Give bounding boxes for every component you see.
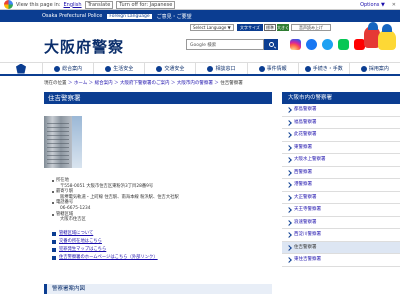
search-icon bbox=[268, 42, 274, 47]
nav-item-consultation[interactable]: 相談窓口 bbox=[195, 63, 246, 74]
sidebar-item[interactable]: 都島警察署 bbox=[282, 104, 400, 117]
link-crime-map[interactable]: 犯罪発生マップはこちら bbox=[52, 246, 158, 254]
page-title: 住吉警察署 bbox=[44, 92, 272, 104]
sidebar-item[interactable]: 東警察署 bbox=[282, 142, 400, 154]
mascot-illustration bbox=[360, 22, 400, 62]
sidebar: 大阪市内の警察署 都島警察署 福島警察署 此花警察署 東警察署 大阪水上警察署 … bbox=[282, 92, 400, 300]
translate-view-label: View this page in: bbox=[16, 1, 61, 8]
sidebar-item-active[interactable]: 住吉警察署 bbox=[282, 241, 400, 254]
sidebar-item[interactable]: 福島警察署 bbox=[282, 117, 400, 129]
nav-icon bbox=[304, 65, 311, 72]
nav-icon bbox=[258, 65, 265, 72]
nav-icon bbox=[156, 65, 163, 72]
map-section-title: 警察署案内図 bbox=[44, 284, 272, 294]
font-standard-button[interactable]: 標準 bbox=[264, 24, 276, 31]
close-icon[interactable]: ✕ bbox=[392, 2, 396, 8]
select-language-dropdown[interactable]: Select Language ▼ bbox=[190, 24, 234, 31]
sidebar-item[interactable]: 浪速警察署 bbox=[282, 217, 400, 229]
breadcrumb-stations[interactable]: 大阪府下警察署のご案内 bbox=[120, 81, 170, 86]
breadcrumb: 現在の位置 ＞ ホーム ＞ 総合案内 ＞ 大阪府下警察署のご案内 ＞ 大阪市内の… bbox=[44, 81, 243, 86]
area-value: 大阪市住吉区 bbox=[60, 217, 86, 223]
nav-item-recruitment[interactable]: 採用案内 bbox=[348, 63, 400, 74]
site-header: 大阪府警察 Select Language ▼ 文字サイズ 標準 大きく 音声読… bbox=[0, 22, 400, 64]
translate-options[interactable]: Options ▼ bbox=[360, 2, 385, 8]
feedback-link[interactable]: ご意見・ご要望 bbox=[157, 13, 192, 20]
top-utility-bar: Osaka Prefectural Police Foreign Languag… bbox=[0, 10, 400, 22]
nav-item-traffic[interactable]: 交通安全 bbox=[144, 63, 195, 74]
nav-item-general[interactable]: 総合案内 bbox=[42, 63, 93, 74]
instagram-icon[interactable] bbox=[290, 39, 301, 50]
link-arrow-icon bbox=[52, 256, 56, 260]
address-label: 所在地 bbox=[56, 178, 69, 183]
speech-reader-button[interactable]: 音声読み上げ bbox=[291, 24, 331, 31]
translate-language-select[interactable]: English bbox=[64, 2, 82, 8]
nav-icon bbox=[105, 65, 112, 72]
breadcrumb-osaka-city[interactable]: 大阪市内の警察署 bbox=[177, 81, 213, 86]
nav-icon bbox=[207, 65, 214, 72]
site-title[interactable]: 大阪府警察 bbox=[44, 36, 124, 57]
link-arrow-icon bbox=[52, 248, 56, 252]
sidebar-item[interactable]: 大阪水上警察署 bbox=[282, 154, 400, 167]
sidebar-item[interactable]: 此花警察署 bbox=[282, 129, 400, 142]
translate-button[interactable]: Translate bbox=[84, 0, 114, 9]
breadcrumb-general[interactable]: 総合案内 bbox=[95, 81, 113, 86]
sidebar-item[interactable]: 西警察署 bbox=[282, 167, 400, 179]
search-input[interactable]: Google 検索 bbox=[186, 39, 264, 50]
search-button[interactable] bbox=[264, 39, 278, 50]
twitter-icon[interactable] bbox=[322, 39, 333, 50]
sidebar-item[interactable]: 東住吉警察署 bbox=[282, 254, 400, 267]
police-english-name: Osaka Prefectural Police bbox=[42, 13, 103, 19]
nav-icon bbox=[360, 65, 367, 72]
nav-item-incidents[interactable]: 事件情報 bbox=[246, 63, 298, 74]
font-size-label: 文字サイズ bbox=[237, 24, 263, 31]
sidebar-item[interactable]: 大正警察署 bbox=[282, 192, 400, 204]
police-emblem-icon[interactable] bbox=[0, 63, 42, 74]
nav-item-life-safety[interactable]: 生活安全 bbox=[93, 63, 144, 74]
sidebar-item[interactable]: 天王寺警察署 bbox=[282, 204, 400, 217]
nav-item-procedures[interactable]: 手続き・手数 bbox=[297, 63, 349, 74]
global-nav: 総合案内 生活安全 交通安全 相談窓口 事件情報 手続き・手数 採用案内 bbox=[0, 62, 400, 76]
access-label: 最寄り駅 bbox=[56, 189, 74, 195]
link-station-homepage[interactable]: 住吉警察署のホームページはこちら（外部リンク） bbox=[52, 254, 158, 262]
line-icon[interactable] bbox=[338, 39, 349, 50]
foreign-language-link[interactable]: Foreign Language bbox=[107, 13, 152, 19]
link-jurisdiction[interactable]: 管轄区域について bbox=[52, 230, 158, 238]
font-large-button[interactable]: 大きく bbox=[277, 24, 289, 31]
sidebar-item[interactable]: 西淀川警察署 bbox=[282, 229, 400, 242]
breadcrumb-label: 現在の位置 bbox=[44, 81, 67, 86]
link-koban[interactable]: 交番の所在地はこちら bbox=[52, 238, 158, 246]
breadcrumb-current: 住吉警察署 bbox=[220, 81, 243, 86]
link-arrow-icon bbox=[52, 240, 56, 244]
link-arrow-icon bbox=[52, 232, 56, 236]
related-links: 管轄区域について 交番の所在地はこちら 犯罪発生マップはこちら 住吉警察署のホー… bbox=[52, 230, 158, 262]
sidebar-title: 大阪市内の警察署 bbox=[282, 92, 400, 104]
sidebar-item[interactable]: 港警察署 bbox=[282, 179, 400, 192]
station-building-photo bbox=[44, 116, 72, 168]
main-content: 住吉警察署 所在地 〒558-0051 大阪市住吉区東粉浜3丁目28番9号 最寄… bbox=[44, 92, 272, 300]
facebook-icon[interactable] bbox=[306, 39, 317, 50]
google-logo-icon bbox=[4, 0, 13, 9]
breadcrumb-home[interactable]: ホーム bbox=[74, 81, 87, 86]
translate-bar: View this page in: English Translate Tur… bbox=[0, 0, 400, 10]
nav-icon bbox=[54, 65, 61, 72]
station-info: 所在地 〒558-0051 大阪市住吉区東粉浜3丁目28番9号 最寄り駅 阪堺電… bbox=[52, 178, 179, 223]
translate-turn-off[interactable]: Turn off for: Japanese bbox=[116, 0, 176, 9]
